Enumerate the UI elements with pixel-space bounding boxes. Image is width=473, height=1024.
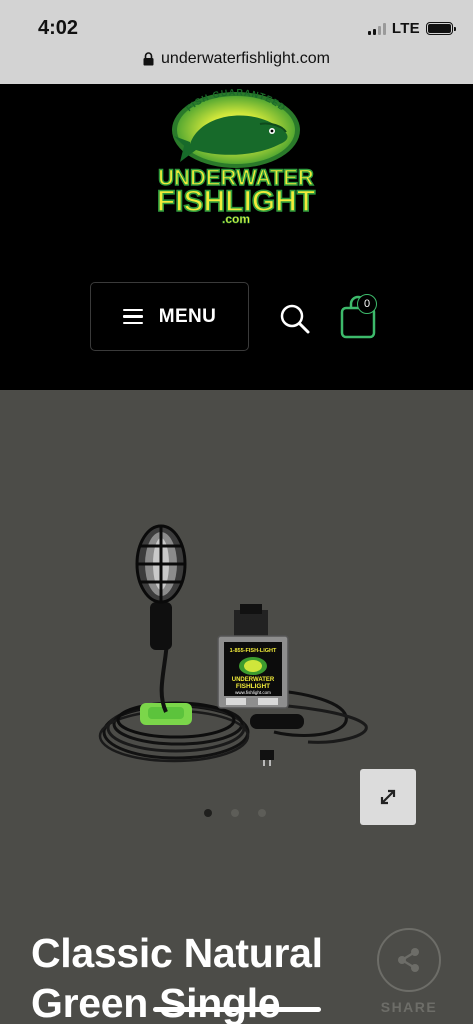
status-indicators: LTE [367,20,456,37]
fullscreen-button[interactable] [360,769,416,825]
svg-text:1-855-FISH-LIGHT: 1-855-FISH-LIGHT [230,648,277,654]
svg-text:.com: .com [222,212,250,224]
carousel-dots [204,809,266,817]
lock-icon [143,52,154,66]
carousel-dot[interactable] [258,809,266,817]
address-bar[interactable]: underwaterfishlight.com [0,50,473,68]
share-icon [398,948,419,972]
svg-text:www.fishlight.com: www.fishlight.com [235,690,271,695]
hamburger-icon [122,308,143,325]
carousel-dot[interactable] [231,809,239,817]
product-gallery[interactable]: 1-855-FISH-LIGHT UNDERWATER FISHLIGHT ww… [0,390,473,1024]
cart-count-badge: 0 [357,294,377,314]
network-label: LTE [391,20,420,37]
menu-label: MENU [158,305,217,327]
url-text: underwaterfishlight.com [161,50,330,67]
svg-text:FISHLIGHT: FISHLIGHT [236,683,270,690]
status-time: 4:02 [38,17,79,39]
cart-button[interactable]: 0 [340,294,386,340]
home-indicator[interactable] [153,1007,321,1012]
signal-icon [367,22,386,35]
site-header: FISH GUARANTEED UNDERWATER FISHLIGHT .co… [0,84,473,390]
site-logo[interactable]: FISH GUARANTEED UNDERWATER FISHLIGHT .co… [140,84,332,224]
carousel-dot[interactable] [204,809,212,817]
expand-icon [380,789,396,805]
product-image[interactable]: 1-855-FISH-LIGHT UNDERWATER FISHLIGHT ww… [96,520,376,770]
battery-icon [426,22,456,35]
share-button[interactable] [377,928,441,992]
status-bar: 4:02 LTE underwaterfishlight.com [0,0,473,84]
share-label: SHARE [380,999,438,1015]
search-icon[interactable] [278,302,312,336]
menu-button[interactable]: MENU [90,282,249,351]
